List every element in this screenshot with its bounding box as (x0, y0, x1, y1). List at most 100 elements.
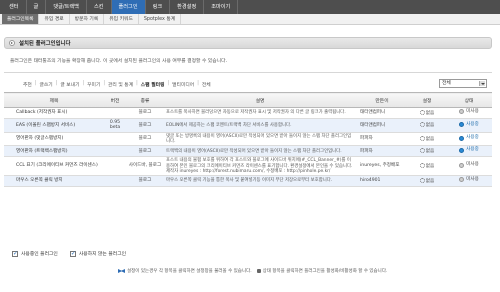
plugin-description: EOLIN에서 제공하는 스팸 코멘트/트랙백 차단 서비스를 사용합니다. (164, 118, 356, 134)
plugin-author: 태터앤컴퍼니 (356, 107, 408, 119)
plugin-settings[interactable]: 없음 (408, 132, 446, 147)
plugin-status-toggle[interactable]: 미사용 (459, 177, 479, 183)
plugin-kind: 블로그 (126, 145, 164, 158)
plugin-status-toggle[interactable]: 사용중 (459, 135, 479, 141)
plugin-settings[interactable]: 없음 (408, 175, 446, 187)
plugin-author: inureyes, 주정배포 (356, 156, 408, 176)
show-not-in-use-checkbox[interactable]: 사용하지 않는 플러그인 (69, 250, 127, 257)
table-header: 제목 버전 종류 설명 만든이 설정 상태 (4, 92, 492, 108)
plugin-settings[interactable]: 없음 (408, 156, 446, 176)
plugin-author: 파파자 (356, 145, 408, 158)
plugin-status-cell: 사용중 (446, 145, 492, 158)
filter-item[interactable]: 멀티미디어 (169, 81, 197, 88)
plugin-version (104, 107, 126, 119)
column-header: 종류 (126, 92, 164, 108)
plugin-description: 마우스 오른쪽 클릭 기능을 통한 복사 및 붙여넣기등 이미지 무단 저장으로… (164, 175, 356, 187)
plugin-name: 영어판자 (댓글스팸방지) (4, 132, 104, 147)
filter-item[interactable]: 꾸미기 (84, 81, 103, 88)
status-icon (459, 109, 465, 115)
table-row: 마우스 오른쪽 클릭 방지 블로그 마우스 오른쪽 클릭 기능을 통한 복사 및 붙… (4, 175, 492, 187)
plugin-status-cell: 미사용 (446, 107, 492, 119)
status-icon (459, 121, 465, 127)
plugin-kind: 블로그 (126, 132, 164, 147)
sub-nav: 플러그인목록 유입 경로 방문자 기록 유입 키워드 Spotplex 통계 (0, 14, 500, 25)
category-select[interactable]: 전체 (439, 79, 487, 88)
column-header: 상태 (446, 92, 492, 108)
top-nav-item[interactable]: 댓글/트랙백 (46, 0, 87, 14)
gear-icon (419, 177, 425, 183)
plugin-description: 포스트를 복사하면 블러덩으면 자동으로 저작권자 표시 및 저작권자 의 다른… (164, 107, 356, 119)
arrow-icon (9, 40, 15, 46)
column-header: 설정 (408, 92, 446, 108)
filter-item[interactable]: 추천 (20, 81, 35, 88)
checkbox-checked-icon (69, 250, 76, 257)
plugin-settings-label: 없음 (425, 149, 435, 155)
plugin-version (104, 156, 126, 176)
show-not-in-use-label: 사용하지 않는 플러그인 (78, 252, 127, 257)
toggle-icon (256, 269, 261, 273)
plugin-status-toggle[interactable]: 미사용 (459, 109, 479, 115)
page-title-bar: 설치된 플러그인입니다 (4, 37, 492, 49)
top-nav-item[interactable]: 센터 (2, 0, 27, 14)
top-nav-item[interactable]: 글 (27, 0, 47, 14)
sub-nav-item[interactable]: 방문자 기록 (70, 14, 105, 24)
sub-nav-item[interactable]: 유입 경로 (39, 14, 70, 24)
sub-nav-item[interactable]: Spotplex 통계 (139, 14, 182, 24)
plugin-settings-label: 없음 (425, 136, 435, 142)
filter-item[interactable]: 글쓰기 (36, 81, 55, 88)
help-footer: 설정이 있는경우 각 항목을 클릭하면 설정창을 불러올 수 있습니다. 상태 … (118, 268, 387, 274)
plugin-version: 0.95 beta (104, 118, 126, 134)
plugin-kind: 사이드바, 블로그 (126, 156, 164, 176)
plugin-status-toggle[interactable]: 사용중 (459, 122, 479, 128)
column-header: 설명 (164, 92, 356, 108)
plugin-settings-label: 없음 (425, 178, 435, 184)
plugin-kind: 블로그 (126, 107, 164, 119)
show-in-use-label: 사용중인 플러그인 (21, 252, 58, 257)
plugin-status-cell: 미사용 (446, 156, 492, 176)
top-nav-item[interactable]: 링크 (146, 0, 171, 14)
help-text-settings: 설정이 있는경우 각 항목을 클릭하면 설정창을 불러올 수 있습니다. (127, 269, 252, 274)
status-icon (459, 147, 465, 153)
plugin-status-toggle[interactable]: 사용중 (459, 147, 479, 153)
filter-item[interactable]: 관리 및 통계 (105, 81, 136, 88)
plugin-description: 트랙백의 내용이 영어(ASCII)로만 작성되어 있으면 받아 들이지 않는 … (164, 145, 356, 158)
gear-icon (419, 148, 425, 154)
sub-nav-item[interactable]: 플러그인목록 (2, 14, 40, 24)
table-row: EAS (이올린 스팸방지 서비스) 0.95 beta 블로그 EOLIN에서 제공… (4, 118, 492, 134)
status-icon (459, 162, 465, 168)
gear-icon (419, 162, 425, 168)
table-row: 영어판자 (댓글스팸방지) 블로그 댓글 또는 방명록의 내용이 영어(ASCII)… (4, 132, 492, 147)
top-nav-item[interactable]: 조마이기 (204, 0, 239, 14)
plugin-status-label: 미사용 (466, 176, 479, 182)
category-filter: 추천 | 글쓰기 | 글 보내기 | 꾸미기 | 관리 및 통계 | 스팸 필터링 | 멀티미디어 | 전체 (20, 81, 214, 88)
plugin-kind: 블로그 (126, 175, 164, 187)
column-header: 버전 (104, 92, 126, 108)
plugin-version (104, 145, 126, 158)
plugin-status-cell: 사용중 (446, 118, 492, 134)
plugin-name: Callback (저작권자 표시) (4, 107, 104, 119)
sub-nav-item[interactable]: 유입 키워드 (104, 14, 139, 24)
help-text-status: 상태 항목을 클릭하면 플러그인을 활성화/비활성화 할 수 있습니다. (262, 269, 388, 274)
top-nav-item[interactable]: 스킨 (87, 0, 112, 14)
plugin-name: 마우스 오른쪽 클릭 방지 (4, 175, 104, 187)
plugin-settings[interactable]: 없음 (408, 145, 446, 158)
plugin-status-cell: 미사용 (446, 175, 492, 187)
plugin-table: 제목 버전 종류 설명 만든이 설정 상태 Callback (저작권자 표시) 블로그 포스트… (4, 92, 492, 187)
plugin-name: EAS (이올린 스팸방지 서비스) (4, 118, 104, 134)
plugin-settings[interactable]: 없음 (408, 118, 446, 134)
status-icon (459, 177, 465, 183)
plugin-kind: 블로그 (126, 118, 164, 134)
chevron-down-icon (479, 81, 485, 86)
filter-item[interactable]: 전체 (199, 81, 214, 88)
top-nav-item[interactable]: 플러그인 (111, 0, 146, 14)
filter-item[interactable]: 글 보내기 (57, 81, 82, 88)
page-title: 설치된 플러그인입니다 (19, 41, 71, 47)
plugin-status-toggle[interactable]: 미사용 (459, 162, 479, 168)
plugin-settings[interactable]: 없음 (408, 107, 446, 119)
top-nav-item[interactable]: 환경설정 (170, 0, 205, 14)
filter-item[interactable]: 스팸 필터링 (138, 81, 168, 88)
table-row: 영어판자 (트랙백스팸방지) 블로그 트랙백의 내용이 영어(ASCII)로만 작성… (4, 145, 492, 158)
checkbox-checked-icon (12, 250, 18, 257)
show-in-use-checkbox[interactable]: 사용중인 플러그인 (12, 250, 58, 257)
plugin-status-label: 사용중 (466, 121, 479, 127)
